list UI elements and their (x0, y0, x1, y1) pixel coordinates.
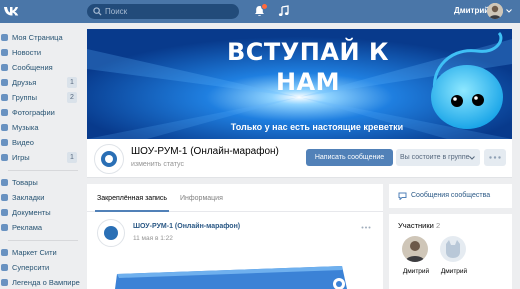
games-icon (1, 154, 8, 161)
top-bar: Поиск Дмитрий (0, 0, 520, 23)
group-name: ШОУ-РУМ-1 (Онлайн-марафон) (131, 146, 279, 157)
groups-icon (1, 94, 8, 101)
membership-button[interactable]: Вы состоите в группе (396, 149, 480, 166)
sidebar-item-label: Реклама (12, 223, 43, 232)
home-icon (1, 34, 8, 41)
friends-count-badge: 1 (67, 77, 77, 88)
sidebar-item-goods[interactable]: Товары (0, 175, 80, 190)
post-author-avatar[interactable] (97, 219, 125, 247)
members-title[interactable]: Участники (398, 221, 434, 231)
user-avatar[interactable] (487, 3, 503, 19)
app-icon (1, 249, 8, 256)
member-avatar[interactable] (402, 236, 428, 262)
messages-icon (1, 64, 8, 71)
active-tab-indicator (95, 210, 169, 212)
member-item[interactable]: Дмитрий (399, 236, 433, 280)
sidebar-item-my-page[interactable]: Моя Страница (0, 30, 80, 45)
sidebar-item-games[interactable]: Игры 1 (0, 150, 80, 165)
sidebar-item-label: Легенда о Вампире (12, 278, 80, 287)
sidebar-item-label: Друзья (12, 78, 37, 87)
user-name[interactable]: Дмитрий (454, 5, 489, 17)
wall-feed: Закреплённая запись Информация ШОУ-РУМ-1… (87, 184, 383, 289)
sidebar-item-news[interactable]: Новости (0, 45, 80, 60)
change-status-link[interactable]: изменить статус (131, 160, 184, 170)
cover-subtitle: Только у нас есть настоящие креветки (230, 122, 404, 132)
chevron-down-icon[interactable] (506, 9, 512, 13)
sidebar-item-video[interactable]: Видео (0, 135, 80, 150)
sidebar-item-label: Моя Страница (12, 33, 63, 42)
cover-title: ВСТУПАЙ К НАМ (227, 38, 389, 96)
bookmarks-icon (1, 194, 8, 201)
community-messages-card[interactable]: Сообщения сообщества (389, 184, 512, 208)
sidebar-item-groups[interactable]: Группы 2 (0, 90, 80, 105)
more-actions-button[interactable] (484, 149, 506, 166)
app-icon (1, 264, 8, 271)
search-input[interactable]: Поиск (87, 4, 239, 19)
group-header: ШОУ-РУМ-1 (Онлайн-марафон) изменить стат… (87, 139, 512, 178)
tab-information[interactable]: Информация (180, 194, 223, 203)
tab-pinned-post[interactable]: Закреплённая запись (97, 194, 167, 203)
notifications-badge (261, 3, 268, 10)
photos-icon (1, 109, 8, 116)
feed-tabs: Закреплённая запись Информация (87, 184, 383, 212)
chevron-down-icon (469, 156, 475, 160)
sidebar-item-app-supercity[interactable]: Суперсити (0, 260, 80, 275)
friends-icon (1, 79, 8, 86)
sidebar-item-label: Группы (12, 93, 37, 102)
member-name[interactable]: Дмитрий (399, 267, 433, 276)
sidebar-item-label: Видео (12, 138, 34, 147)
search-placeholder: Поиск (105, 7, 128, 16)
members-count: 2 (436, 221, 441, 230)
documents-icon (1, 209, 8, 216)
post-date[interactable]: 11 мая в 1:22 (133, 234, 173, 243)
app-icon (1, 279, 8, 286)
video-icon (1, 139, 8, 146)
sidebar-item-label: Закладки (12, 193, 45, 202)
group-cover: ВСТУПАЙ К НАМ Только у нас есть настоящи… (87, 29, 512, 139)
member-avatar[interactable] (440, 236, 466, 262)
group-avatar[interactable] (94, 144, 124, 174)
sidebar-item-documents[interactable]: Документы (0, 205, 80, 220)
sidebar-item-label: Новости (12, 48, 42, 57)
ads-icon (1, 224, 8, 231)
member-name[interactable]: Дмитрий (437, 267, 471, 276)
sidebar-item-bookmarks[interactable]: Закладки (0, 190, 80, 205)
sidebar-item-label: Маркет Сити (12, 248, 57, 257)
sidebar-item-app-market-city[interactable]: Маркет Сити (0, 245, 80, 260)
sidebar-item-friends[interactable]: Друзья 1 (0, 75, 80, 90)
post-image[interactable] (107, 260, 357, 289)
sidebar-item-messages[interactable]: Сообщения (0, 60, 80, 75)
post-author-name[interactable]: ШОУ-РУМ-1 (Онлайн-марафон) (133, 222, 240, 232)
sidebar-divider (8, 170, 78, 171)
sidebar-item-label: Суперсити (12, 263, 50, 272)
music-icon[interactable] (278, 5, 289, 17)
games-count-badge: 1 (67, 152, 77, 163)
goods-icon (1, 179, 8, 186)
membership-button-label: Вы состоите в группе (400, 154, 470, 161)
sidebar-divider (8, 240, 78, 241)
vk-logo-icon[interactable] (3, 3, 19, 19)
news-icon (1, 49, 8, 56)
sidebar-item-app-vampire[interactable]: Легенда о Вампире (0, 275, 80, 289)
sidebar-item-label: Игры (12, 153, 30, 162)
message-bubble-icon (398, 192, 407, 200)
music-note-icon (1, 124, 8, 131)
sidebar-item-label: Музыка (12, 123, 39, 132)
sidebar-item-label: Фотографии (12, 108, 55, 117)
sidebar-item-music[interactable]: Музыка (0, 120, 80, 135)
sidebar-item-ads[interactable]: Реклама (0, 220, 80, 235)
sidebar: Моя Страница Новости Сообщения Друзья 1 Г… (0, 23, 80, 289)
more-dots-icon (489, 156, 501, 159)
sidebar-item-photos[interactable]: Фотографии (0, 105, 80, 120)
post-more-icon[interactable] (361, 226, 371, 229)
member-item[interactable]: Дмитрий (437, 236, 471, 280)
community-messages-link[interactable]: Сообщения сообщества (411, 191, 490, 201)
send-message-button[interactable]: Написать сообщение (306, 149, 393, 166)
groups-count-badge: 2 (67, 92, 77, 103)
search-icon (93, 7, 102, 16)
sidebar-item-label: Документы (12, 208, 51, 217)
sidebar-item-label: Сообщения (12, 63, 53, 72)
sidebar-item-label: Товары (12, 178, 38, 187)
members-card: Участники 2 Дмитрий Дмитрий (389, 214, 512, 289)
